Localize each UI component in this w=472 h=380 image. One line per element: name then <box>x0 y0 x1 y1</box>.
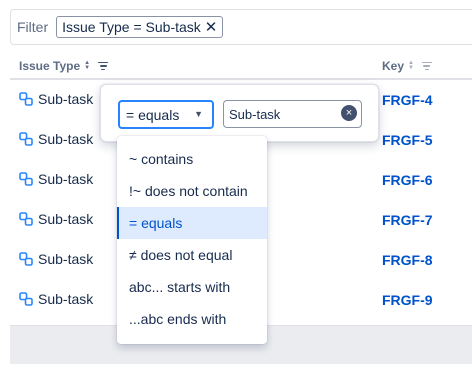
table-header: Issue Type ▲ ▼ Key ▲ ▼ <box>10 50 472 80</box>
filter-chip-text: Issue Type = Sub-task <box>62 19 201 35</box>
column-header-label: Issue Type <box>19 59 81 73</box>
filter-chip[interactable]: Issue Type = Sub-task ✕ <box>56 16 224 38</box>
operator-option[interactable]: = equals <box>117 207 267 239</box>
filter-icon[interactable] <box>421 61 432 71</box>
subtask-icon <box>19 92 33 106</box>
clear-icon[interactable]: × <box>341 105 357 121</box>
issue-key-link[interactable]: FRGF-5 <box>382 132 433 148</box>
operator-dropdown: ~ contains !~ does not contain = equals ≠ d… <box>117 136 267 344</box>
issue-type-cell: Sub-task <box>19 171 93 187</box>
filter-icon[interactable] <box>98 61 109 71</box>
issue-key-link[interactable]: FRGF-6 <box>382 172 433 188</box>
subtask-icon <box>19 252 33 266</box>
operator-option[interactable]: ...abc ends with <box>117 303 267 335</box>
operator-option[interactable]: abc... starts with <box>117 271 267 303</box>
chevron-down-icon: ▼ <box>194 109 203 119</box>
issue-type-label: Sub-task <box>38 91 94 107</box>
issue-type-label: Sub-task <box>38 291 94 307</box>
issue-key-link[interactable]: FRGF-8 <box>382 252 433 268</box>
operator-select[interactable]: = equals ▼ <box>118 100 214 129</box>
column-header-issue-type[interactable]: Issue Type ▲ ▼ <box>19 59 109 73</box>
issue-key-link[interactable]: FRGF-7 <box>382 212 433 228</box>
issue-type-label: Sub-task <box>38 251 94 267</box>
issue-type-label: Sub-task <box>38 211 94 227</box>
subtask-icon <box>19 292 33 306</box>
issue-key-link[interactable]: FRGF-9 <box>382 292 433 308</box>
subtask-icon <box>19 132 33 146</box>
issue-type-cell: Sub-task <box>19 131 93 147</box>
filter-label: Filter <box>17 19 49 35</box>
page: Filter Issue Type = Sub-task ✕ Issue Typ… <box>0 0 472 380</box>
operator-option[interactable]: !~ does not contain <box>117 175 267 207</box>
column-header-label: Key <box>382 59 405 73</box>
issue-type-label: Sub-task <box>38 131 94 147</box>
column-header-key[interactable]: Key ▲ ▼ <box>382 59 432 73</box>
issue-key-link[interactable]: FRGF-4 <box>382 92 433 108</box>
sort-icon[interactable]: ▲ ▼ <box>408 60 414 71</box>
issue-type-cell: Sub-task <box>19 251 93 267</box>
issue-type-cell: Sub-task <box>19 211 93 227</box>
issue-type-cell: Sub-task <box>19 291 93 307</box>
sort-icon[interactable]: ▲ ▼ <box>84 60 90 71</box>
issue-type-label: Sub-task <box>38 171 94 187</box>
issue-type-cell: Sub-task <box>19 91 93 107</box>
operator-option[interactable]: ≠ does not equal <box>117 239 267 271</box>
close-icon[interactable]: ✕ <box>205 20 218 35</box>
filter-popup: = equals ▼ × <box>100 84 379 142</box>
operator-option[interactable]: ~ contains <box>117 143 267 175</box>
subtask-icon <box>19 172 33 186</box>
operator-select-value: = equals <box>126 106 180 123</box>
subtask-icon <box>19 212 33 226</box>
filter-bar: Filter Issue Type = Sub-task ✕ <box>10 9 472 45</box>
